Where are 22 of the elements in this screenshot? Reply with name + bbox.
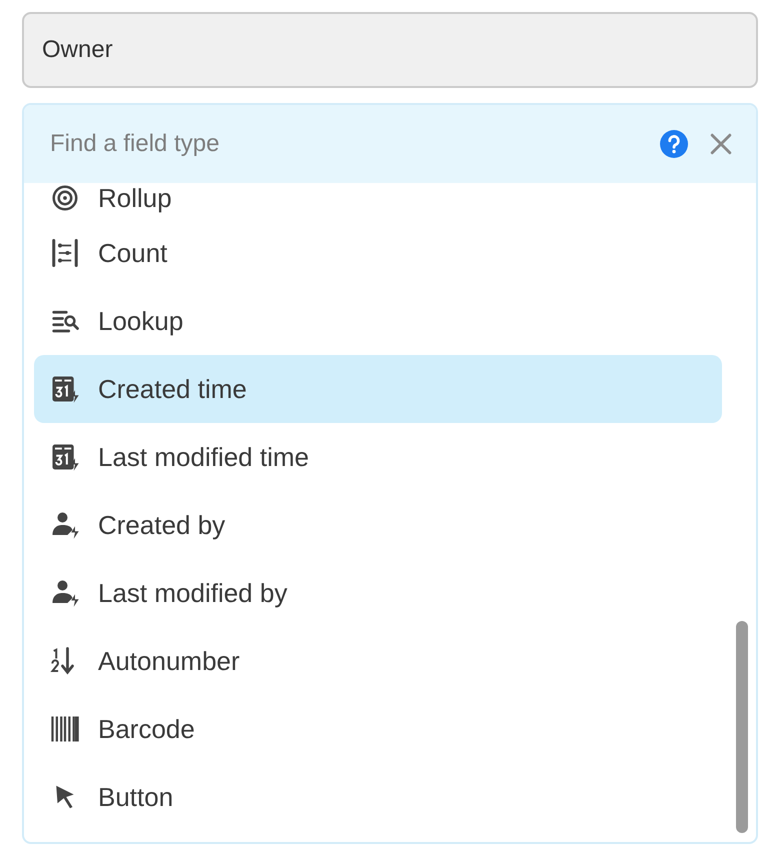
calendar-icon <box>50 442 80 472</box>
person-icon <box>50 510 80 540</box>
close-icon[interactable] <box>710 133 732 155</box>
field-type-option[interactable]: Last modified by <box>34 559 722 627</box>
field-type-option[interactable]: Autonumber <box>34 627 722 695</box>
field-type-option[interactable]: Lookup <box>34 287 722 355</box>
barcode-icon <box>50 714 80 744</box>
help-icon[interactable] <box>660 130 688 158</box>
count-icon <box>50 238 80 268</box>
field-type-option[interactable]: Count <box>34 219 722 287</box>
person-icon <box>50 578 80 608</box>
field-type-option[interactable]: Created by <box>34 491 722 559</box>
rollup-icon <box>50 183 80 213</box>
field-type-option[interactable]: Rollup <box>34 183 722 219</box>
calendar-icon <box>50 374 80 404</box>
search-field[interactable]: Find a field type <box>24 105 756 183</box>
field-type-option[interactable]: Barcode <box>34 695 722 763</box>
field-type-option[interactable]: Button <box>34 763 722 831</box>
field-type-option[interactable]: Last modified time <box>34 423 722 491</box>
field-type-option[interactable]: Created time <box>34 355 722 423</box>
scrollbar-thumb[interactable] <box>736 621 748 833</box>
name-field[interactable]: Owner <box>22 12 758 88</box>
